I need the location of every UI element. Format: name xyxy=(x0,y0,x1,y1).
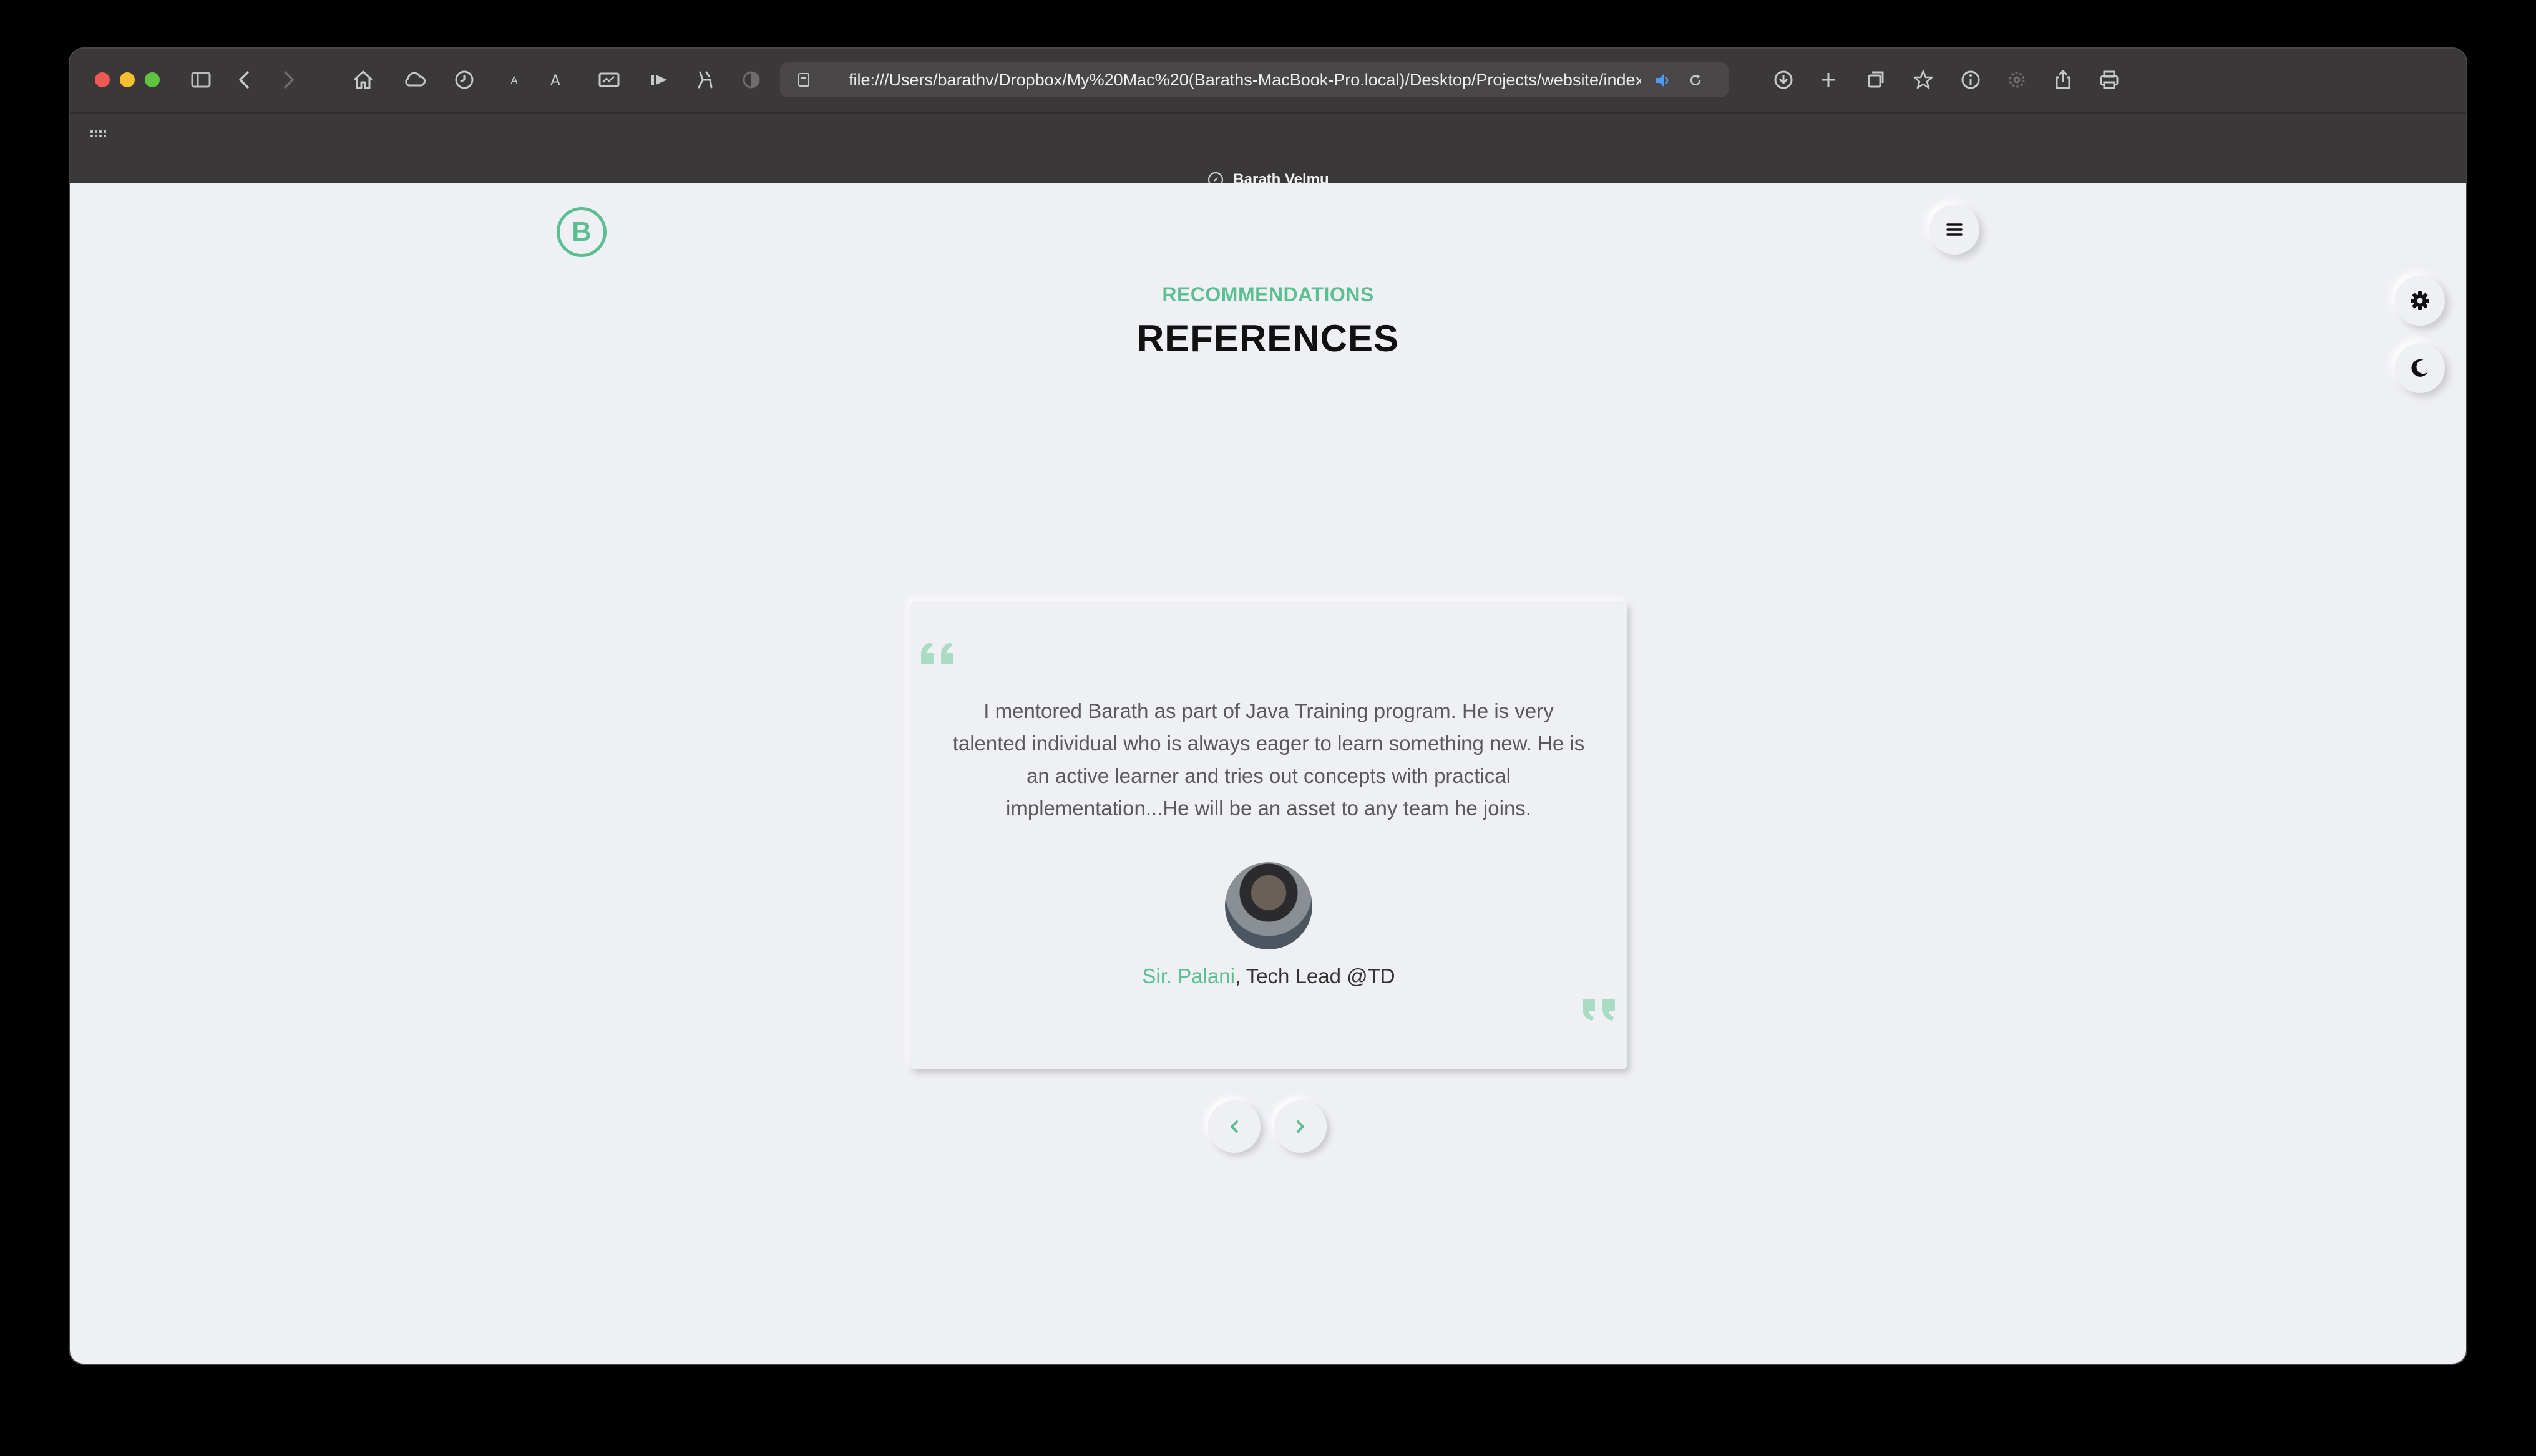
author-avatar xyxy=(1225,862,1312,949)
svg-text:A: A xyxy=(550,72,561,89)
close-window-button[interactable] xyxy=(95,72,110,87)
text-smaller-icon[interactable]: A xyxy=(499,65,529,95)
sidebar-icon[interactable] xyxy=(186,65,216,95)
reload-icon[interactable] xyxy=(1686,71,1705,90)
hamburger-icon xyxy=(1946,223,1963,236)
previous-button[interactable] xyxy=(1208,1100,1261,1153)
cloud-icon[interactable] xyxy=(399,65,429,95)
quote-close-icon xyxy=(1583,999,1615,1021)
share-icon[interactable] xyxy=(2048,65,2078,95)
section-subtitle: RECOMMENDATIONS xyxy=(1162,283,1374,306)
reader-icon[interactable] xyxy=(644,65,674,95)
tabs-overview-icon[interactable] xyxy=(1861,65,1891,95)
quote-open-icon xyxy=(921,643,953,664)
apps-grid-icon[interactable] xyxy=(89,126,107,145)
browser-window: A A file:///Users/barathv/Dropbox/My%20M… xyxy=(70,49,2466,1364)
chevron-left-icon xyxy=(1231,1120,1238,1133)
next-button[interactable] xyxy=(1274,1100,1327,1153)
new-tab-icon[interactable] xyxy=(1813,65,1843,95)
testimonial-text: I mentored Barath as part of Java Traini… xyxy=(952,699,1585,820)
signature-icon[interactable] xyxy=(594,65,624,95)
menu-button[interactable] xyxy=(1929,205,1979,255)
print-icon[interactable] xyxy=(2094,65,2124,95)
back-icon[interactable] xyxy=(230,65,260,95)
speaker-icon[interactable] xyxy=(1654,71,1672,90)
testimonial-card: I mentored Barath as part of Java Traini… xyxy=(910,601,1627,1069)
author-name[interactable]: Sir. Palani xyxy=(1142,964,1235,988)
testimonial-author: Sir. Palani, Tech Lead @TD xyxy=(910,964,1627,988)
web-page: B RECOMMENDATIONS REFERENCES I mentored … xyxy=(70,183,2466,1364)
maximize-window-button[interactable] xyxy=(145,72,160,87)
svg-text:A: A xyxy=(511,74,518,86)
section-title: REFERENCES xyxy=(1136,318,1400,359)
info-icon[interactable] xyxy=(1956,65,1986,95)
chevron-right-icon xyxy=(1297,1120,1304,1133)
address-bar[interactable]: file:///Users/barathv/Dropbox/My%20Mac%2… xyxy=(780,62,1729,97)
extension-icon[interactable] xyxy=(690,65,720,95)
site-logo[interactable]: B xyxy=(557,207,607,257)
history-icon[interactable] xyxy=(449,65,479,95)
privacy-icon[interactable] xyxy=(736,65,766,95)
minimize-window-button[interactable] xyxy=(120,72,135,87)
forward-icon[interactable] xyxy=(273,65,303,95)
browser-toolbar: A A file:///Users/barathv/Dropbox/My%20M… xyxy=(70,49,2466,111)
page-icon xyxy=(795,71,812,89)
settings-disabled-icon[interactable] xyxy=(2002,65,2032,95)
home-icon[interactable] xyxy=(348,65,378,95)
url-text[interactable]: file:///Users/barathv/Dropbox/My%20Mac%2… xyxy=(849,62,1641,97)
text-larger-icon[interactable]: A xyxy=(540,65,570,95)
bookmarks-bar xyxy=(70,114,2466,157)
download-icon[interactable] xyxy=(1768,65,1798,95)
author-role: , Tech Lead @TD xyxy=(1234,964,1395,988)
bookmark-star-icon[interactable] xyxy=(1908,65,1938,95)
